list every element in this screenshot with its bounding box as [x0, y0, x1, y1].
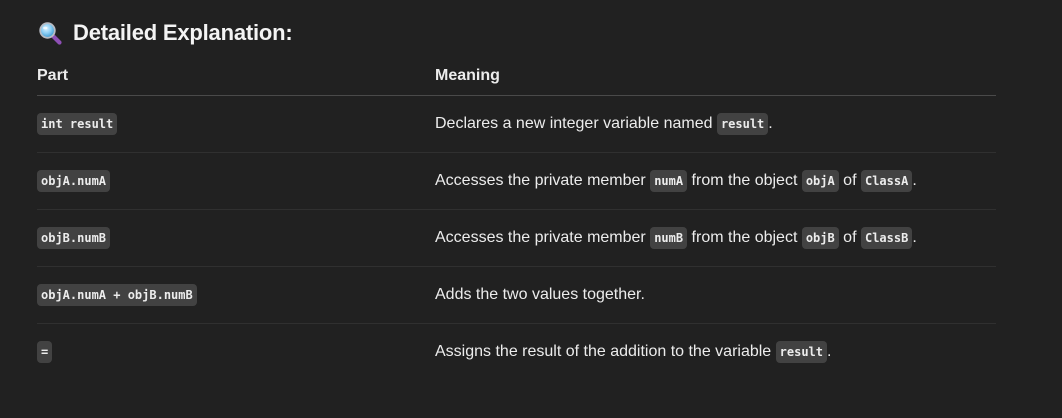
- column-header-meaning: Meaning: [435, 57, 996, 96]
- inline-code: objA: [801, 170, 839, 192]
- magnifying-glass-icon: [37, 20, 63, 46]
- meaning-cell: Accesses the private member numA from th…: [435, 152, 996, 210]
- inline-code: numA: [650, 170, 688, 192]
- meaning-text: of: [838, 229, 861, 246]
- table-header-row: Part Meaning: [37, 57, 996, 96]
- meaning-text: .: [912, 229, 917, 246]
- part-cell: int result: [37, 95, 435, 153]
- meaning-cell: Accesses the private member numB from th…: [435, 209, 996, 267]
- table-row: objB.numB Accesses the private member nu…: [37, 209, 996, 267]
- meaning-text: Accesses the private member: [435, 229, 651, 246]
- table-row: objA.numA Accesses the private member nu…: [37, 152, 996, 210]
- inline-code: objA.numA + objB.numB: [37, 284, 197, 306]
- inline-code: result: [775, 341, 828, 363]
- part-cell: objB.numB: [37, 209, 435, 267]
- meaning-text: from the object: [687, 229, 802, 246]
- meaning-cell: Adds the two values together.: [435, 266, 996, 324]
- meaning-cell: Assigns the result of the addition to th…: [435, 324, 996, 381]
- meaning-text: .: [827, 343, 832, 360]
- meaning-text: .: [912, 172, 917, 189]
- table-row: int result Declares a new integer variab…: [37, 95, 996, 153]
- column-header-part: Part: [37, 57, 435, 96]
- inline-code: ClassA: [860, 170, 913, 192]
- section-title: Detailed Explanation:: [73, 20, 293, 45]
- table-row: = Assigns the result of the addition to …: [37, 324, 996, 381]
- inline-code: objA.numA: [37, 170, 111, 192]
- meaning-text: from the object: [687, 172, 802, 189]
- inline-code: objB.numB: [37, 227, 111, 249]
- meaning-cell: Declares a new integer variable named re…: [435, 95, 996, 153]
- section-heading: Detailed Explanation:: [37, 18, 293, 48]
- inline-code: result: [716, 113, 769, 135]
- inline-code: int result: [37, 113, 118, 135]
- meaning-text: .: [768, 115, 773, 132]
- inline-code: objB: [801, 227, 839, 249]
- table-row: objA.numA + objB.numB Adds the two value…: [37, 266, 996, 324]
- part-cell: =: [37, 324, 435, 381]
- meaning-text: Declares a new integer variable named: [435, 115, 717, 132]
- inline-code: ClassB: [860, 227, 913, 249]
- explanation-table: Part Meaning int result Declares a new i…: [37, 57, 996, 380]
- meaning-text: Adds the two values together.: [435, 285, 645, 303]
- meaning-text: Assigns the result of the addition to th…: [435, 343, 776, 360]
- meaning-text: Accesses the private member: [435, 172, 651, 189]
- inline-code: =: [37, 341, 53, 363]
- part-cell: objA.numA: [37, 152, 435, 210]
- meaning-text: of: [838, 172, 861, 189]
- part-cell: objA.numA + objB.numB: [37, 266, 435, 324]
- inline-code: numB: [650, 227, 688, 249]
